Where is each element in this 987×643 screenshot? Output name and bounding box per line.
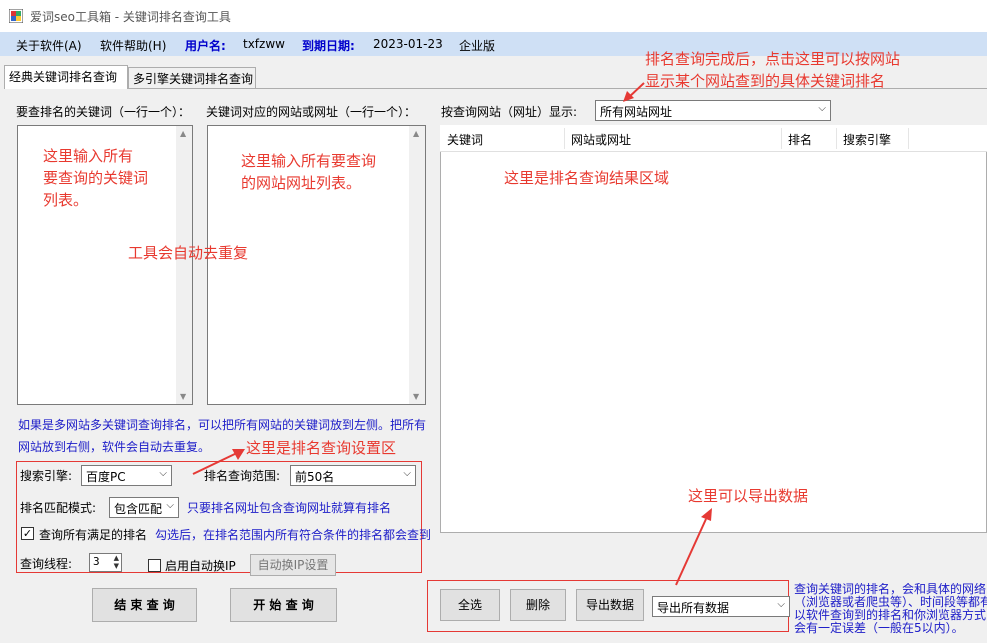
sites-label: 关键词对应的网站或网址（一行一个）：: [206, 105, 417, 119]
chevron-down-icon: ⌵: [166, 500, 174, 511]
rank-accuracy-notice: 查询关键词的排名，会和具体的网络 （浏览器或者爬虫等）、时间段等都有 以软件查询…: [794, 583, 987, 635]
auto-ip-label[interactable]: 启用自动换IP: [165, 557, 236, 574]
range-label: 排名查询范围:: [204, 469, 281, 483]
notice-container: 查询关键词的排名，会和具体的网络 （浏览器或者爬虫等）、时间段等都有 以软件查询…: [794, 583, 987, 643]
scroll-up-icon[interactable]: ▲: [413, 129, 419, 138]
delete-button[interactable]: 删除: [510, 589, 566, 621]
app-icon: [8, 8, 24, 24]
match-mode-value: 包含匹配: [114, 502, 163, 516]
note-keywords: 这里输入所有 要查询的关键词 列表。: [43, 147, 149, 209]
column-divider[interactable]: [836, 128, 837, 149]
edition-label: 企业版: [459, 39, 496, 53]
annotation-arrow-icon: [675, 508, 712, 586]
match-mode-hint: 只要排名网址包含查询网址就算有排名: [187, 501, 392, 515]
results-grid-header: 关键词 网站或网址 排名 搜索引擎: [440, 125, 987, 152]
chevron-down-icon: ⌵: [818, 103, 826, 114]
engine-label: 搜索引擎:: [20, 469, 73, 483]
note-results: 这里是排名查询结果区域: [504, 169, 670, 187]
keywords-label: 要查排名的关键词（一行一个）：: [16, 105, 191, 119]
title-bar: 爱词seo工具箱 - 关键词排名查询工具: [0, 0, 987, 32]
column-divider[interactable]: [781, 128, 782, 149]
chevron-down-icon: ⌵: [159, 468, 167, 479]
tab-classic-rank[interactable]: 经典关键词排名查询: [4, 65, 128, 89]
engine-select[interactable]: 百度PC ⌵: [81, 465, 172, 486]
expire-date-value: 2023-01-23: [373, 37, 443, 51]
column-divider[interactable]: [564, 128, 565, 149]
export-data-button[interactable]: 导出数据: [576, 589, 644, 621]
column-site[interactable]: 网站或网址: [571, 131, 631, 148]
export-scope-value: 导出所有数据: [657, 601, 730, 615]
chevron-down-icon: ⌵: [777, 599, 785, 610]
threads-value: 3: [93, 555, 100, 568]
match-mode-select[interactable]: 包含匹配 ⌵: [109, 497, 179, 518]
export-scope-select[interactable]: 导出所有数据 ⌵: [652, 596, 790, 617]
username-label: 用户名:: [185, 39, 226, 53]
scroll-down-icon[interactable]: ▼: [413, 392, 419, 401]
scroll-down-icon[interactable]: ▼: [180, 392, 186, 401]
sites-scrollbar[interactable]: ▲ ▼: [409, 126, 425, 404]
note-settings: 这里是排名查询设置区: [246, 439, 397, 457]
query-all-checkbox[interactable]: ✓: [21, 527, 34, 540]
keywords-scrollbar[interactable]: ▲ ▼: [176, 126, 192, 404]
chevron-down-icon: ⌵: [403, 468, 411, 479]
menu-help[interactable]: 软件帮助(H): [100, 37, 166, 54]
threads-stepper[interactable]: 3 ▲ ▼: [89, 553, 122, 572]
column-engine[interactable]: 搜索引擎: [843, 131, 891, 148]
auto-ip-settings-button[interactable]: 自动换IP设置: [250, 554, 336, 576]
start-query-button[interactable]: 开 始 查 询: [230, 588, 337, 622]
stepper-up-icon[interactable]: ▲: [114, 554, 119, 562]
auto-ip-checkbox[interactable]: [148, 559, 161, 572]
username-value: txfzww: [243, 37, 285, 51]
scroll-up-icon[interactable]: ▲: [180, 129, 186, 138]
window-title: 爱词seo工具箱 - 关键词排名查询工具: [30, 10, 231, 24]
tab-multi-engine-rank[interactable]: 多引擎关键词排名查询: [128, 67, 256, 88]
range-select-value: 前50名: [295, 470, 335, 484]
site-filter-value: 所有网站网址: [600, 105, 673, 119]
annotation-arrow-icon: [623, 82, 645, 102]
column-divider[interactable]: [908, 128, 909, 149]
menu-about[interactable]: 关于软件(A): [16, 37, 82, 54]
range-select[interactable]: 前50名 ⌵: [290, 465, 416, 486]
select-all-button[interactable]: 全选: [440, 589, 500, 621]
threads-label: 查询线程:: [20, 557, 73, 571]
stop-query-button[interactable]: 结 束 查 询: [92, 588, 197, 622]
filter-label: 按查询网站（网址）显示:: [441, 105, 578, 119]
note-filter: 排名查询完成后，点击这里可以按网站 显示某个网站查到的具体关键词排名: [645, 50, 901, 90]
expire-date-label: 到期日期:: [302, 39, 355, 53]
match-mode-label: 排名匹配模式:: [20, 501, 97, 515]
stepper-down-icon[interactable]: ▼: [114, 562, 119, 570]
note-export: 这里可以导出数据: [688, 487, 809, 505]
column-keyword[interactable]: 关键词: [447, 131, 483, 148]
engine-select-value: 百度PC: [86, 470, 126, 484]
query-all-label[interactable]: 查询所有满足的排名: [39, 526, 147, 543]
column-rank[interactable]: 排名: [788, 131, 812, 148]
note-sites: 这里输入所有要查询 的网站网址列表。: [241, 152, 377, 192]
query-all-hint: 勾选后，在排名范围内所有符合条件的排名都会查到: [155, 528, 432, 542]
note-dedupe: 工具会自动去重复: [128, 244, 249, 262]
